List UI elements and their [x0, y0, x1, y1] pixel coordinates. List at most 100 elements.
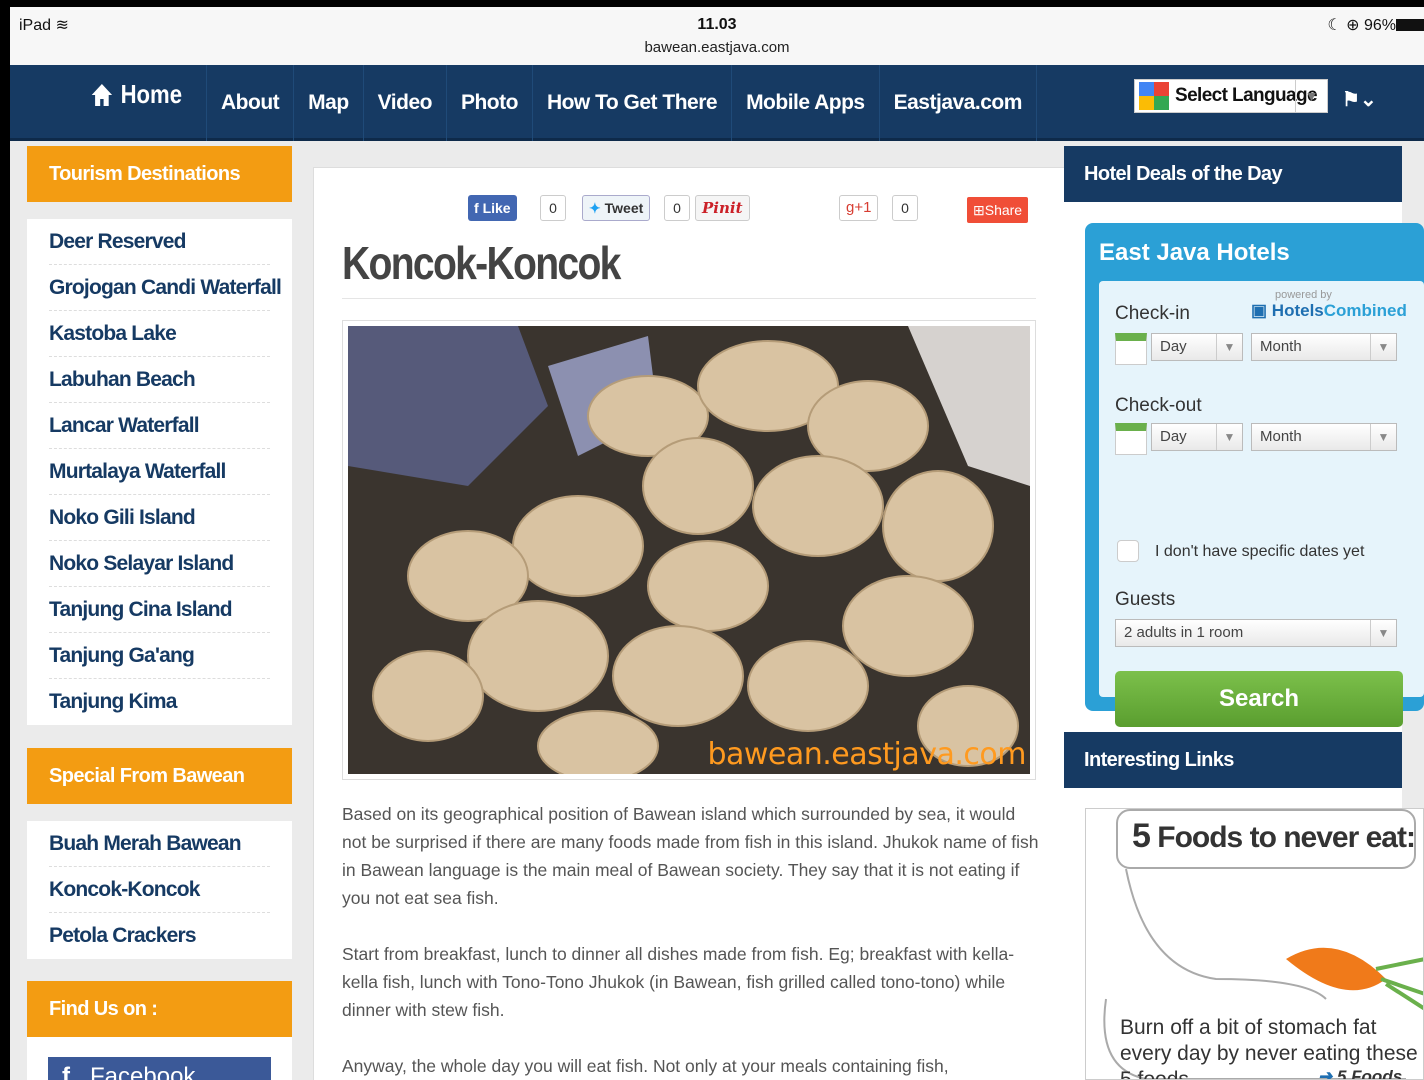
like-count: 0	[540, 195, 566, 221]
article-panel: f Like 0 ✦ Tweet 0 Pinit g+1 0 ⊞Share Ko…	[313, 167, 1065, 1080]
facebook-button[interactable]: f Facebook	[48, 1057, 271, 1080]
arrow-circle-icon: ➔	[1318, 1067, 1333, 1080]
dropdown-arrow-icon: ▼	[1216, 334, 1242, 360]
google-plus-button[interactable]: g+1	[839, 195, 879, 221]
checkout-label: Check-out	[1115, 395, 1202, 416]
article-photo: bawean.eastjava.com	[342, 320, 1036, 780]
interesting-links-heading: Interesting Links	[1064, 732, 1402, 788]
article-paragraph: Start from breakfast, lunch to dinner al…	[342, 944, 1015, 1020]
sidebar-item-buah-merah[interactable]: Buah Merah Bawean	[49, 821, 270, 867]
widget-title: East Java Hotels	[1099, 239, 1290, 266]
guests-select[interactable]: 2 adults in 1 room ▼	[1115, 619, 1397, 647]
clock: 11.03	[697, 16, 737, 33]
nav-map[interactable]: Map	[293, 65, 363, 141]
flag-icon: ⚑	[1342, 89, 1360, 111]
article-body: Based on its geographical position of Ba…	[342, 800, 1042, 1080]
nav-how-to-get-there[interactable]: How To Get There	[531, 65, 731, 141]
sidebar-item-lancar[interactable]: Lancar Waterfall	[49, 403, 270, 449]
hotelscombined-icon: ▣	[1251, 301, 1268, 320]
battery-status: ☾ ⊕ 96%	[1327, 17, 1396, 34]
sidebar-item-tanjung-gaang[interactable]: Tanjung Ga'ang	[49, 633, 270, 679]
plus-square-icon: ⊞	[973, 202, 985, 218]
sidebar-item-noko-selayar[interactable]: Noko Selayar Island	[49, 541, 270, 587]
chevron-down-icon: ⌄	[1359, 89, 1377, 111]
dropdown-arrow-icon: ▼	[1370, 334, 1396, 360]
hotelscombined-logo: ▣ HotelsCombined	[1251, 301, 1407, 320]
nav-home[interactable]: Home	[90, 79, 182, 110]
sidebar-item-kastoba[interactable]: Kastoba Lake	[49, 311, 270, 357]
find-us-heading: Find Us on :	[27, 981, 292, 1037]
photo-watermark: bawean.eastjava.com	[707, 737, 1026, 772]
sidebar-item-murtalaya[interactable]: Murtalaya Waterfall	[49, 449, 270, 495]
no-dates-checkbox[interactable]	[1117, 540, 1139, 562]
nav-eastjava[interactable]: Eastjava.com	[878, 65, 1037, 141]
guests-label: Guests	[1115, 589, 1176, 610]
share-button[interactable]: ⊞Share	[967, 197, 1029, 223]
nav-mobile-apps[interactable]: Mobile Apps	[731, 65, 879, 141]
tweet-button[interactable]: ✦ Tweet	[582, 195, 651, 221]
title-divider	[342, 298, 1036, 299]
pinterest-button[interactable]: Pinit	[695, 195, 750, 221]
home-icon	[91, 83, 113, 106]
widget-form: powered by ▣ HotelsCombined Check-in Day…	[1099, 281, 1424, 727]
special-from-bawean-heading: Special From Bawean	[27, 748, 292, 804]
sidebar-item-labuhan[interactable]: Labuhan Beach	[49, 357, 270, 403]
dropdown-arrow-icon: ▼	[1295, 80, 1327, 112]
facebook-label: Facebook	[90, 1063, 196, 1080]
article-paragraph: Anyway, the whole day you will eat fish.…	[342, 1056, 949, 1076]
search-button[interactable]: Search	[1115, 671, 1403, 727]
carrot-icon	[1286, 947, 1423, 1011]
powered-by-label: powered by	[1275, 289, 1332, 301]
checkout-day-select[interactable]: Day ▼	[1151, 423, 1243, 451]
sidebar-item-grojogan[interactable]: Grojogan Candi Waterfall	[49, 265, 282, 311]
moon-icon: ☾	[1327, 17, 1342, 34]
twitter-bird-icon: ✦	[589, 200, 601, 216]
checkout-month-select[interactable]: Month ▼	[1251, 423, 1397, 451]
address-bar[interactable]: bawean.eastjava.com	[10, 39, 1424, 56]
sidebar-item-noko-gili[interactable]: Noko Gili Island	[49, 495, 270, 541]
language-selector[interactable]: Select Language ▼	[1134, 79, 1328, 113]
sidebar-item-petola[interactable]: Petola Crackers	[49, 913, 270, 959]
checkin-month-select[interactable]: Month ▼	[1251, 333, 1397, 361]
hotel-deals-heading: Hotel Deals of the Day	[1064, 146, 1402, 202]
checkout-calendar-icon[interactable]	[1115, 423, 1147, 455]
google-translate-icon	[1139, 82, 1169, 110]
tourism-destinations-list: Deer Reserved Grojogan Candi Waterfall K…	[27, 219, 292, 725]
status-bar: iPad ≋ 11.03 bawean.eastjava.com ☾ ⊕ 96%	[10, 7, 1424, 65]
special-list: Buah Merah Bawean Koncok-Koncok Petola C…	[27, 821, 292, 959]
rotation-lock-icon: ⊕	[1346, 17, 1360, 34]
sidebar-item-deer-reserved[interactable]: Deer Reserved	[49, 219, 270, 265]
sidebar-item-koncok[interactable]: Koncok-Koncok	[49, 867, 270, 913]
nav-menu: About Map Video Photo How To Get There M…	[206, 65, 1037, 141]
checkin-day-select[interactable]: Day ▼	[1151, 333, 1243, 361]
nav-photo[interactable]: Photo	[445, 65, 532, 141]
photo-illustration	[348, 326, 1030, 774]
flag-menu-button[interactable]: ⚑⌄	[1342, 87, 1377, 112]
no-dates-label: I don't have specific dates yet	[1155, 543, 1365, 560]
ad-link[interactable]: ➔ 5 Foods	[1318, 1067, 1402, 1080]
checkin-calendar-icon[interactable]	[1115, 333, 1147, 365]
dropdown-arrow-icon: ▼	[1370, 424, 1396, 450]
nav-video[interactable]: Video	[362, 65, 446, 141]
ipad-screen: iPad ≋ 11.03 bawean.eastjava.com ☾ ⊕ 96%…	[10, 7, 1424, 1080]
dropdown-arrow-icon: ▼	[1216, 424, 1242, 450]
facebook-like-button[interactable]: f Like	[468, 195, 517, 221]
hotel-search-widget: East Java Hotels powered by ▣ HotelsComb…	[1085, 223, 1424, 727]
checkin-label: Check-in	[1115, 303, 1190, 324]
nav-about[interactable]: About	[206, 65, 293, 141]
advertisement[interactable]: 5 Foods to never eat: Burn off a bit of …	[1085, 808, 1424, 1080]
sidebar-item-tanjung-kima[interactable]: Tanjung Kima	[49, 679, 270, 725]
facebook-icon: f	[62, 1063, 70, 1080]
dropdown-arrow-icon: ▼	[1370, 620, 1396, 646]
nav-home-label: Home	[120, 79, 183, 109]
page-title: Koncok-Koncok	[342, 237, 621, 289]
battery-icon	[1396, 19, 1424, 31]
tweet-count: 0	[664, 195, 690, 221]
tourism-destinations-heading: Tourism Destinations	[27, 146, 292, 202]
facebook-icon: f	[474, 200, 479, 216]
sidebar-item-tanjung-cina[interactable]: Tanjung Cina Island	[49, 587, 270, 633]
gplus-count: 0	[892, 195, 918, 221]
article-paragraph: Based on its geographical position of Ba…	[342, 804, 1039, 908]
main-navbar: Home About Map Video Photo How To Get Th…	[10, 65, 1424, 141]
fish-cakes-image: bawean.eastjava.com	[348, 326, 1030, 774]
